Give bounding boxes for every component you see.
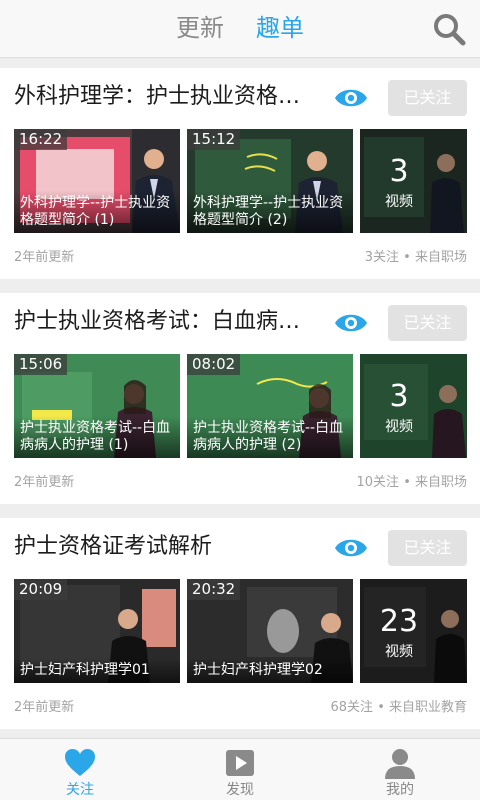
duration-badge: 20:32 bbox=[187, 579, 241, 600]
more-videos-tile[interactable]: 3 视频 bbox=[360, 129, 467, 233]
nav-discover[interactable]: 发现 bbox=[160, 739, 320, 800]
list-card[interactable]: 外科护理学：护士执业资格考试 已关注 16:22 外科护理学--护士执业资格题型… bbox=[0, 68, 480, 279]
updated-time: 2年前更新 bbox=[14, 475, 75, 490]
followed-button[interactable]: 已关注 bbox=[388, 305, 467, 341]
duration-badge: 15:12 bbox=[187, 129, 241, 150]
video-thumbnail[interactable]: 16:22 外科护理学--护士执业资格题型简介 (1) bbox=[14, 129, 180, 233]
nav-label: 关注 bbox=[66, 782, 94, 798]
updated-time: 2年前更新 bbox=[14, 250, 75, 265]
nav-me[interactable]: 我的 bbox=[320, 739, 480, 800]
eye-icon bbox=[335, 89, 367, 107]
video-count: 3 bbox=[389, 379, 409, 414]
list-card[interactable]: 护士执业资格考试：白血病病人的护理 已关注 15:06 护士执业资格考试--白血… bbox=[0, 293, 480, 504]
video-caption: 护士执业资格考试--白血病病人的护理 (2) bbox=[187, 416, 353, 458]
search-icon[interactable] bbox=[432, 12, 466, 46]
card-title[interactable]: 外科护理学：护士执业资格考试 bbox=[14, 81, 314, 113]
more-videos-tile[interactable]: 3 视频 bbox=[360, 354, 467, 458]
card-footer: 2年前更新 3关注 • 来自职场 bbox=[14, 246, 467, 266]
duration-badge: 15:06 bbox=[14, 354, 68, 375]
video-count: 23 bbox=[379, 604, 419, 639]
video-caption: 外科护理学--护士执业资格题型简介 (2) bbox=[187, 191, 353, 233]
video-thumbnail[interactable]: 15:12 外科护理学--护士执业资格题型简介 (2) bbox=[187, 129, 353, 233]
top-bar: 更新 趣单 bbox=[0, 0, 480, 58]
eye-icon bbox=[335, 539, 367, 557]
tab-lists[interactable]: 趣单 bbox=[256, 12, 304, 44]
duration-badge: 16:22 bbox=[14, 129, 68, 150]
person-icon bbox=[385, 749, 415, 779]
video-count-label: 视频 bbox=[385, 644, 413, 660]
duration-badge: 08:02 bbox=[187, 354, 241, 375]
video-thumbnail[interactable]: 08:02 护士执业资格考试--白血病病人的护理 (2) bbox=[187, 354, 353, 458]
eye-icon bbox=[335, 314, 367, 332]
more-videos-tile[interactable]: 23 视频 bbox=[360, 579, 467, 683]
video-caption: 护士妇产科护理学02 bbox=[187, 658, 353, 683]
video-count-label: 视频 bbox=[385, 194, 413, 210]
updated-time: 2年前更新 bbox=[14, 700, 75, 715]
followed-button[interactable]: 已关注 bbox=[388, 530, 467, 566]
card-footer: 2年前更新 68关注 • 来自职业教育 bbox=[14, 696, 467, 716]
card-footer: 2年前更新 10关注 • 来自职场 bbox=[14, 471, 467, 491]
video-thumbnails: 16:22 外科护理学--护士执业资格题型简介 (1) 15:12 外科护理学-… bbox=[14, 129, 467, 233]
video-caption: 护士妇产科护理学01 bbox=[14, 658, 180, 683]
play-icon bbox=[226, 750, 254, 776]
duration-badge: 20:09 bbox=[14, 579, 68, 600]
video-thumbnail[interactable]: 15:06 护士执业资格考试--白血病病人的护理 (1) bbox=[14, 354, 180, 458]
nav-label: 发现 bbox=[226, 782, 254, 798]
card-meta: 68关注 • 来自职业教育 bbox=[330, 700, 467, 715]
video-count: 3 bbox=[389, 154, 409, 189]
video-thumbnail[interactable]: 20:09 护士妇产科护理学01 bbox=[14, 579, 180, 683]
nav-label: 我的 bbox=[386, 782, 414, 798]
card-meta: 3关注 • 来自职场 bbox=[364, 250, 467, 265]
tab-updates[interactable]: 更新 bbox=[176, 12, 224, 44]
video-caption: 外科护理学--护士执业资格题型简介 (1) bbox=[14, 191, 180, 233]
nav-follow[interactable]: 关注 bbox=[0, 739, 160, 800]
bottom-nav: 关注 发现 我的 bbox=[0, 738, 480, 800]
heart-icon bbox=[65, 749, 95, 776]
video-thumbnail[interactable]: 20:32 护士妇产科护理学02 bbox=[187, 579, 353, 683]
video-count-label: 视频 bbox=[385, 419, 413, 435]
video-thumbnails: 15:06 护士执业资格考试--白血病病人的护理 (1) 08:02 护士执业资… bbox=[14, 354, 467, 458]
card-title[interactable]: 护士执业资格考试：白血病病人的护理 bbox=[14, 306, 314, 338]
video-caption: 护士执业资格考试--白血病病人的护理 (1) bbox=[14, 416, 180, 458]
feed-list: 外科护理学：护士执业资格考试 已关注 16:22 外科护理学--护士执业资格题型… bbox=[0, 68, 480, 743]
video-thumbnails: 20:09 护士妇产科护理学01 20:32 护士妇产科护理学02 23 视频 bbox=[14, 579, 467, 683]
list-card[interactable]: 护士资格证考试解析 已关注 20:09 护士妇产科护理学01 20:32 护士妇… bbox=[0, 518, 480, 729]
card-title[interactable]: 护士资格证考试解析 bbox=[14, 531, 314, 563]
followed-button[interactable]: 已关注 bbox=[388, 80, 467, 116]
card-meta: 10关注 • 来自职场 bbox=[356, 475, 467, 490]
